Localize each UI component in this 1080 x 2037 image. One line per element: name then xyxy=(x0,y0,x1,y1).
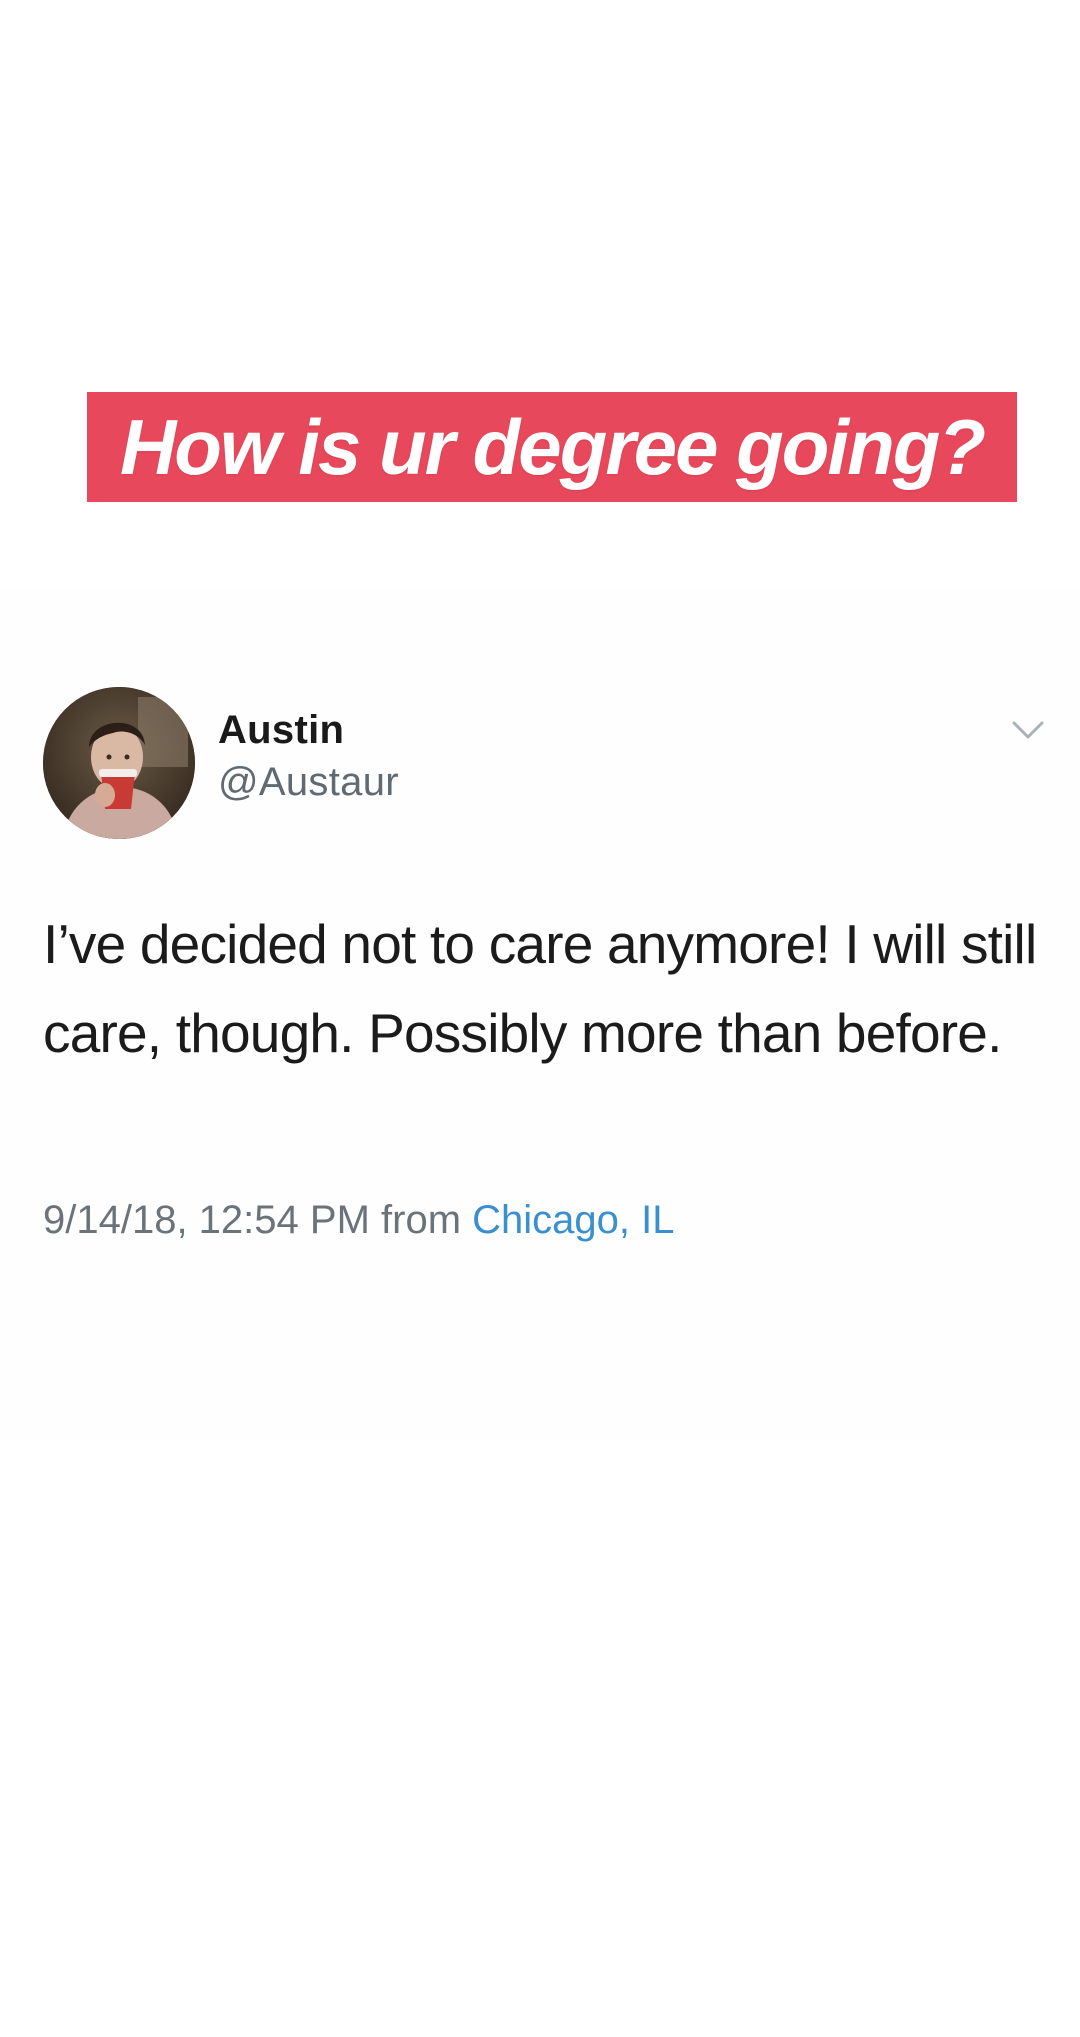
user-handle[interactable]: @Austaur xyxy=(218,760,399,805)
tweet-meta: 9/14/18, 12:54 PM from Chicago, IL xyxy=(43,1198,675,1243)
tweet-timestamp[interactable]: 9/14/18, 12:54 PM xyxy=(43,1198,370,1242)
user-avatar-photo-icon xyxy=(43,687,195,839)
from-label: from xyxy=(381,1198,462,1242)
caption-banner: How is ur degree going? xyxy=(87,392,1017,502)
page: How is ur degree going? Austin @Austaur … xyxy=(0,0,1080,2037)
display-name[interactable]: Austin xyxy=(218,708,344,753)
tweet-card: Austin @Austaur I’ve decided not to care… xyxy=(0,590,1080,1440)
chevron-down-icon xyxy=(1012,721,1044,739)
avatar[interactable] xyxy=(43,687,195,839)
tweet-menu-button[interactable] xyxy=(1010,718,1046,742)
location-link[interactable]: Chicago, IL xyxy=(472,1198,674,1242)
caption-text: How is ur degree going? xyxy=(119,402,986,491)
tweet-text: I’ve decided not to care anymore! I will… xyxy=(43,913,1037,1064)
